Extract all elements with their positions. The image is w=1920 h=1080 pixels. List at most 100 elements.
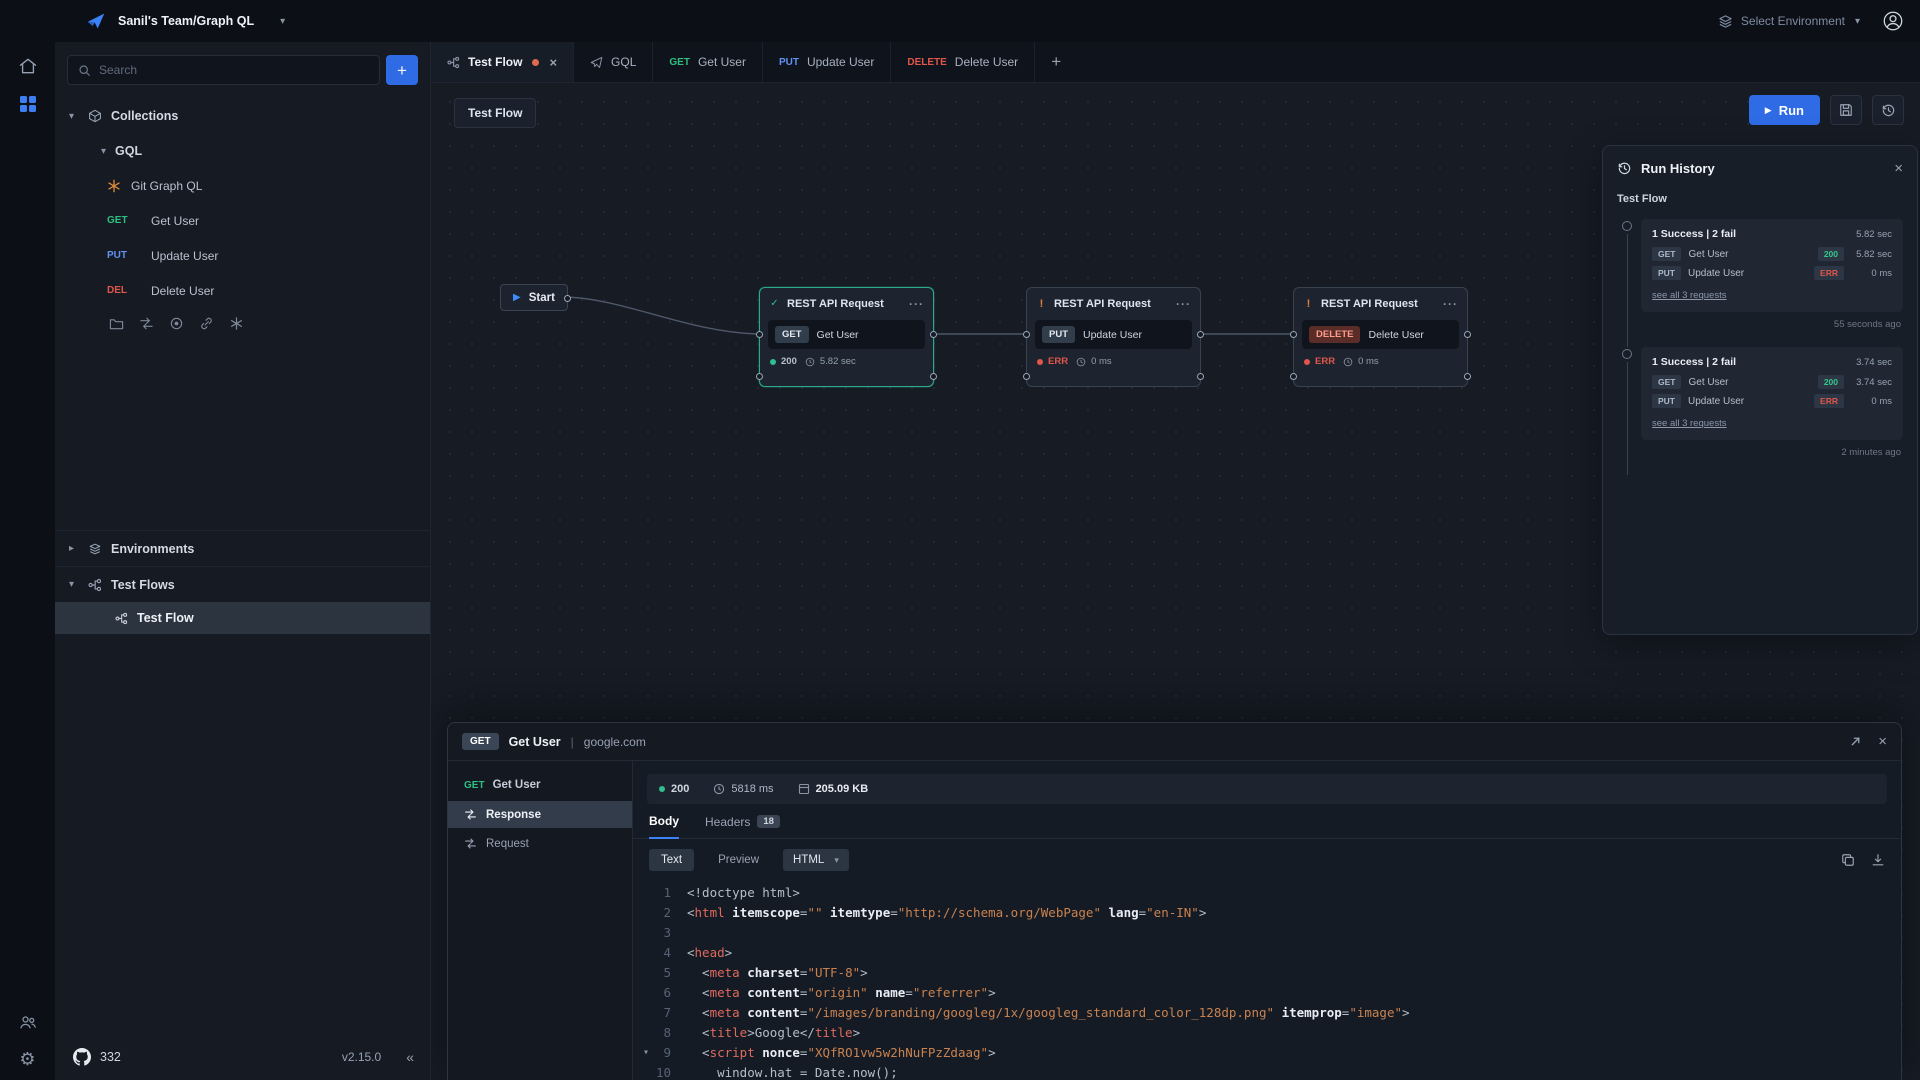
close-icon[interactable]: × (1894, 160, 1903, 177)
see-all-requests-link[interactable]: see all 3 requests (1652, 290, 1726, 301)
nav-item-response[interactable]: Response (448, 801, 632, 828)
view-preview[interactable]: Preview (706, 849, 771, 871)
flow-node-get-user[interactable]: ✓REST API Request···GETGet User2005.82 s… (759, 287, 934, 387)
port[interactable] (564, 295, 571, 302)
port[interactable] (756, 373, 763, 380)
workspace-chevron-icon[interactable]: ▾ (280, 16, 285, 27)
status-code: ERR (1048, 356, 1068, 367)
clock-icon (713, 783, 725, 795)
format-select[interactable]: HTML ▾ (783, 849, 849, 871)
user-avatar[interactable] (1882, 10, 1904, 32)
tab-body[interactable]: Body (649, 814, 679, 839)
view-text[interactable]: Text (649, 849, 694, 871)
tab-delete-user[interactable]: DELETEDelete User (891, 42, 1035, 82)
environment-chevron-icon[interactable]: ▾ (1855, 16, 1860, 27)
port[interactable] (1290, 331, 1297, 338)
environment-selector[interactable]: Select Environment (1741, 14, 1845, 28)
main-area: Test Flow×GQLGETGet UserPUTUpdate UserDE… (431, 42, 1920, 1080)
download-icon[interactable] (1871, 853, 1885, 867)
port[interactable] (930, 331, 937, 338)
tab-method-label: PUT (779, 57, 799, 68)
status-code: 200 (781, 356, 797, 367)
sidebar-section-environments[interactable]: ▸ Environments (55, 530, 430, 566)
home-icon[interactable] (18, 56, 38, 76)
settings-gear-icon[interactable]: ⚙ (19, 1050, 35, 1068)
save-button[interactable] (1830, 95, 1862, 125)
graphql-request-icon[interactable] (229, 316, 244, 331)
add-new-button[interactable]: + (386, 55, 418, 85)
new-folder-icon[interactable] (109, 316, 124, 331)
github-stars[interactable]: 332 (100, 1050, 121, 1064)
socketio-request-icon[interactable] (199, 316, 214, 331)
collection-box-icon (88, 109, 102, 123)
workspace-title[interactable]: Sanil's Team/Graph QL (118, 14, 254, 28)
timeline-line (1627, 234, 1628, 347)
chevron-down-icon[interactable]: ▾ (69, 579, 79, 590)
sidebar-section-collections[interactable]: ▾ Collections (55, 98, 430, 134)
chevron-down-icon[interactable]: ▾ (101, 146, 106, 157)
tab-gql[interactable]: GQL (574, 42, 653, 82)
close-icon[interactable]: × (1878, 733, 1887, 750)
flow-node-delete-user[interactable]: !REST API Request···DELETEDelete UserERR… (1293, 287, 1468, 387)
rest-request-icon[interactable] (139, 316, 154, 331)
tab-label: Headers (705, 815, 750, 829)
port[interactable] (756, 331, 763, 338)
code-line: ▾9 <script nonce="XQfRO1vw5w2hNuFPzZdaag… (633, 1043, 1901, 1063)
node-status-row: ERR0 ms (1027, 354, 1200, 375)
chevron-down-icon[interactable]: ▾ (69, 111, 79, 122)
port[interactable] (930, 373, 937, 380)
port[interactable] (1023, 373, 1030, 380)
method-chip: PUT (1652, 266, 1681, 280)
flow-node-update-user[interactable]: !REST API Request···PUTUpdate User ERR0 m… (1026, 287, 1201, 387)
app-logo-icon[interactable] (86, 11, 106, 31)
node-menu-icon[interactable]: ··· (909, 297, 924, 311)
tab-get-user[interactable]: GETGet User (653, 42, 763, 82)
tab-test-flow[interactable]: Test Flow × (431, 42, 574, 82)
node-menu-icon[interactable]: ··· (1443, 297, 1458, 311)
tab-update-user[interactable]: PUTUpdate User (763, 42, 891, 82)
websocket-request-icon[interactable] (169, 316, 184, 331)
sidebar-item-update-user[interactable]: PUT Update User (55, 238, 430, 273)
sidebar-folder-gql[interactable]: ▾ GQL (55, 134, 430, 168)
workspace-grid-icon[interactable] (18, 94, 38, 114)
sidebar-item-git-graph-ql[interactable]: Git Graph QL (55, 168, 430, 203)
node-request-row: PUTUpdate User (1035, 320, 1192, 349)
line-gutter: 5 (633, 963, 687, 983)
fold-icon[interactable]: ▾ (643, 1043, 649, 1063)
status-dot (1304, 359, 1310, 365)
new-tab-button[interactable]: + (1035, 42, 1077, 82)
response-body-code[interactable]: 1<!doctype html>2<html itemscope="" item… (633, 881, 1901, 1080)
port[interactable] (1464, 373, 1471, 380)
run-button[interactable]: ▶ Run (1749, 95, 1820, 125)
tab-label: Test Flow (468, 55, 522, 69)
port[interactable] (1023, 331, 1030, 338)
search-input[interactable] (99, 63, 369, 77)
request-time: 0 ms (1850, 396, 1892, 407)
tab-label: Body (649, 814, 679, 828)
github-icon[interactable] (73, 1048, 91, 1066)
port[interactable] (1197, 331, 1204, 338)
port[interactable] (1197, 373, 1204, 380)
run-history-button[interactable] (1872, 95, 1904, 125)
expand-icon[interactable] (1849, 735, 1862, 748)
chevron-right-icon[interactable]: ▸ (69, 543, 79, 554)
sidebar-item-delete-user[interactable]: DEL Delete User (55, 273, 430, 308)
tab-headers[interactable]: Headers 18 (705, 814, 780, 838)
port[interactable] (1290, 373, 1297, 380)
run-card: 1 Success | 2 fail5.82 secGETGet User200… (1641, 219, 1903, 312)
node-header: !REST API Request··· (1027, 288, 1200, 319)
sidebar-section-test-flows[interactable]: ▾ Test Flows (55, 566, 430, 602)
collapse-sidebar-icon[interactable]: « (406, 1049, 414, 1065)
copy-icon[interactable] (1841, 853, 1855, 867)
status-dot (659, 786, 665, 792)
members-icon[interactable] (18, 1012, 38, 1032)
port[interactable] (1464, 331, 1471, 338)
node-menu-icon[interactable]: ··· (1176, 297, 1191, 311)
see-all-requests-link[interactable]: see all 3 requests (1652, 418, 1726, 429)
nav-item-request[interactable]: Request (448, 830, 632, 857)
sidebar-item-get-user[interactable]: GET Get User (55, 203, 430, 238)
tab-close-icon[interactable]: × (549, 55, 557, 70)
sidebar-item-test-flow[interactable]: Test Flow (55, 602, 430, 634)
chevron-down-icon: ▾ (834, 855, 839, 866)
start-node[interactable]: ▶ Start (500, 284, 568, 311)
